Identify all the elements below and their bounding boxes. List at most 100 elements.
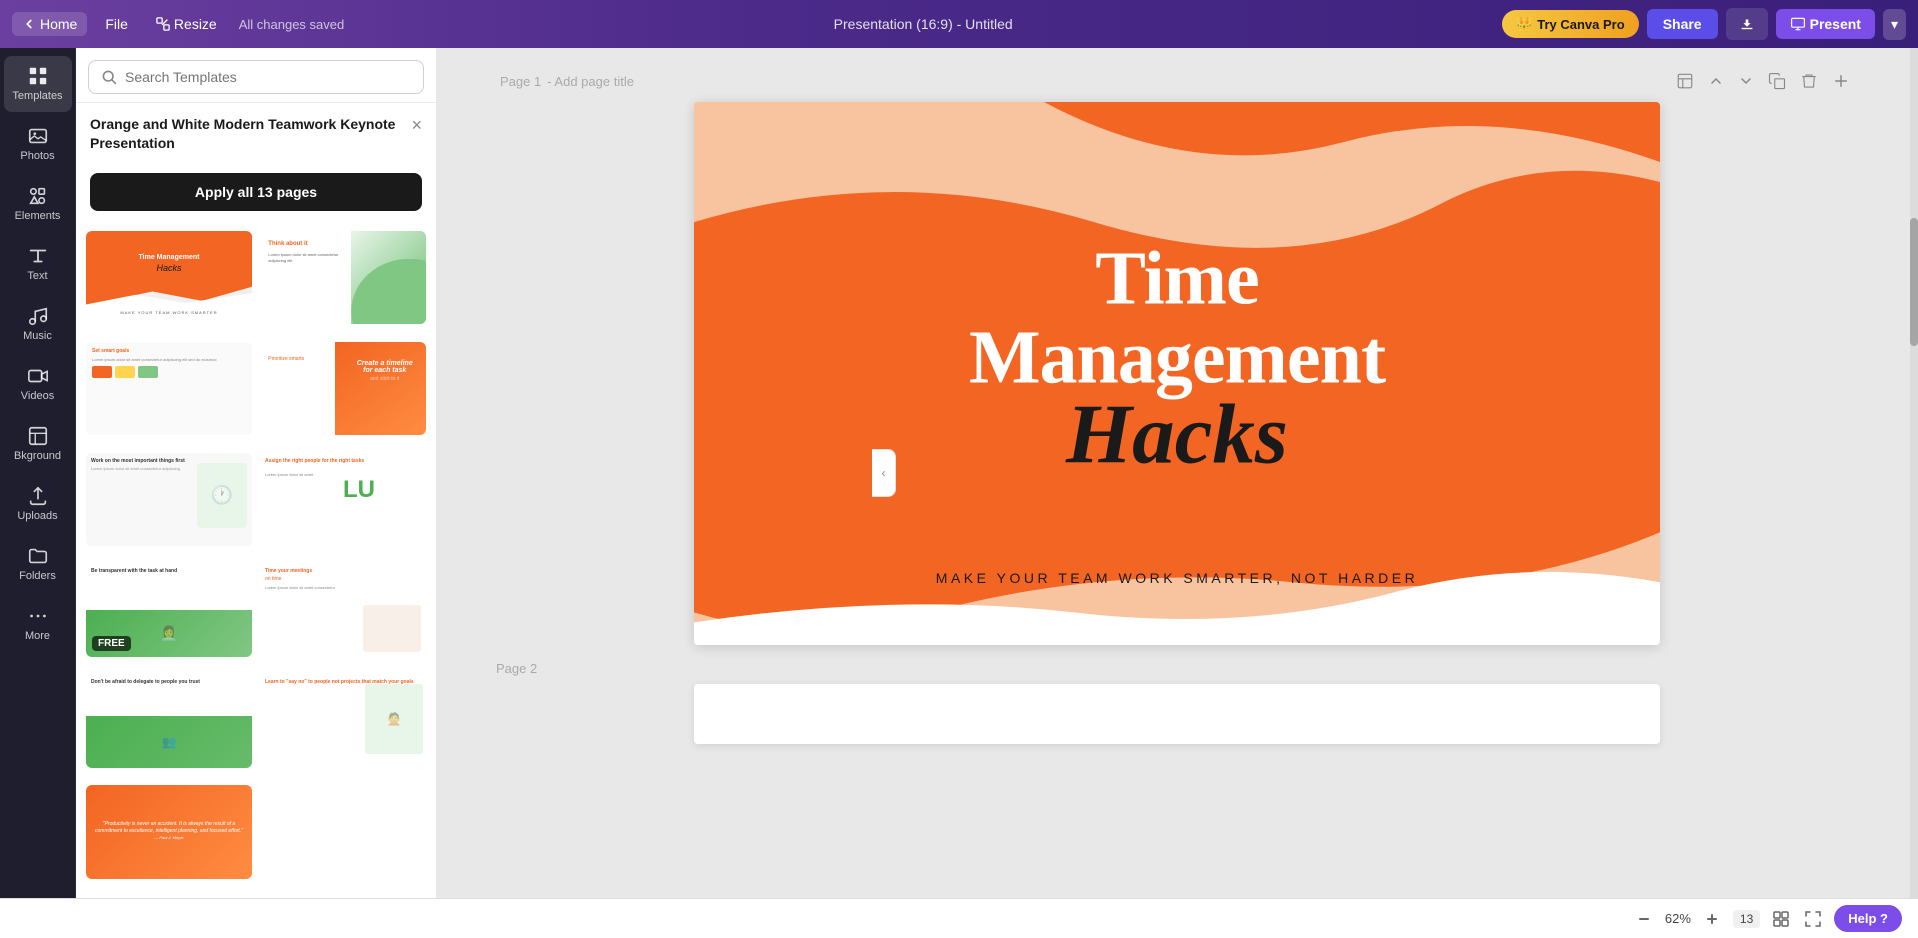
share-button[interactable]: Share	[1647, 9, 1718, 39]
scrollbar-thumb[interactable]	[1910, 218, 1918, 346]
background-icon	[27, 425, 49, 447]
sidebar-item-text[interactable]: Text	[4, 236, 72, 292]
slide-subtitle: MAKE YOUR TEAM WORK SMARTER, NOT HARDER	[936, 570, 1418, 586]
template-thumb-11[interactable]: "Productivity is never an accident. It i…	[86, 785, 252, 878]
search-input[interactable]	[125, 69, 411, 85]
grid-icon	[27, 65, 49, 87]
page-container: Page 1 - Add page title	[436, 48, 1918, 764]
present-button[interactable]: Present	[1776, 9, 1875, 39]
canvas-area: Page 1 - Add page title	[436, 48, 1918, 898]
page-add-button[interactable]	[1828, 68, 1854, 94]
bottom-bar: 62% 13 Help ?	[0, 898, 1918, 938]
topbar: Home File Resize All changes saved Prese…	[0, 0, 1918, 48]
template-thumb-10[interactable]: Learn to "say no" to people not projects…	[260, 674, 426, 767]
templates-grid: Time Management Hacks MAKE YOUR TEAM WOR…	[76, 221, 436, 898]
saved-status: All changes saved	[239, 17, 345, 32]
page-2-area: Page 2	[496, 661, 1858, 744]
fullscreen-button[interactable]	[1802, 908, 1824, 930]
zoom-level: 62%	[1665, 911, 1691, 926]
page-count: 13	[1733, 910, 1760, 928]
template-title: Orange and White Modern Teamwork Keynote…	[90, 115, 403, 153]
file-button[interactable]: File	[95, 12, 138, 36]
upload-icon	[27, 485, 49, 507]
sidebar-item-label: Bkground	[14, 450, 61, 463]
templates-panel: Orange and White Modern Teamwork Keynote…	[76, 48, 436, 898]
sidebar-item-more[interactable]: More	[4, 596, 72, 652]
home-label: Home	[40, 16, 77, 32]
sidebar-item-folders[interactable]: Folders	[4, 536, 72, 592]
page-2-number: Page 2	[496, 661, 537, 676]
slide-script-title: Hacks	[936, 399, 1419, 471]
canva-pro-button[interactable]: 👑 Try Canva Pro	[1502, 10, 1639, 38]
search-box	[88, 60, 424, 94]
sidebar-item-music[interactable]: Music	[4, 296, 72, 352]
video-icon	[27, 365, 49, 387]
page-add-title[interactable]: - Add page title	[547, 74, 634, 89]
template-thumb-3[interactable]: Set smart goals Lorem ipsum dolor sit am…	[86, 342, 252, 435]
sidebar-item-uploads[interactable]: Uploads	[4, 476, 72, 532]
template-thumb-4[interactable]: Prioritize smarts Create a timelinefor e…	[260, 342, 426, 435]
sidebar-item-background[interactable]: Bkground	[4, 416, 72, 472]
layout-icon	[1676, 72, 1694, 90]
slide-main-title: Time Management	[936, 239, 1419, 399]
page-1-label: Page 1 - Add page title	[500, 74, 634, 89]
close-template-button[interactable]: ×	[411, 115, 422, 136]
page-number: Page 1	[500, 74, 541, 89]
photo-icon	[27, 125, 49, 147]
left-sidebar: Templates Photos Elements	[0, 48, 76, 898]
sidebar-item-photos[interactable]: Photos	[4, 116, 72, 172]
page-1-header: Page 1 - Add page title	[496, 68, 1858, 94]
slide-2-partial[interactable]	[694, 684, 1660, 744]
download-button[interactable]	[1726, 8, 1768, 40]
template-thumb-7[interactable]: Be transparent with the task at hand 👩‍💼…	[86, 563, 252, 656]
page-down-button[interactable]	[1734, 69, 1758, 93]
zoom-in-button[interactable]	[1701, 908, 1723, 930]
sidebar-item-elements[interactable]: Elements	[4, 176, 72, 232]
present-label: Present	[1810, 16, 1861, 32]
template-info: Orange and White Modern Teamwork Keynote…	[76, 103, 436, 221]
apply-all-button[interactable]: Apply all 13 pages	[90, 173, 422, 211]
sidebar-item-label: Text	[27, 270, 47, 283]
sidebar-item-label: More	[25, 630, 50, 643]
template-thumb-8[interactable]: Time your meetings on time Lorem ipsum d…	[260, 563, 426, 656]
sidebar-item-label: Folders	[19, 570, 56, 583]
grid-view-button[interactable]	[1770, 908, 1792, 930]
monitor-icon	[1790, 16, 1806, 32]
sidebar-item-label: Elements	[15, 210, 61, 223]
resize-label: Resize	[174, 16, 217, 32]
page-copy-button[interactable]	[1764, 68, 1790, 94]
resize-button[interactable]: Resize	[146, 12, 227, 36]
search-area	[76, 48, 436, 103]
page-2-label: Page 2	[496, 661, 1858, 676]
sidebar-item-label: Uploads	[17, 510, 57, 523]
music-icon	[27, 305, 49, 327]
template-thumb-1[interactable]: Time Management Hacks MAKE YOUR TEAM WOR…	[86, 231, 252, 324]
canva-pro-label: Try Canva Pro	[1537, 17, 1624, 32]
page-delete-button[interactable]	[1796, 68, 1822, 94]
sidebar-item-label: Music	[23, 330, 52, 343]
page-up-button[interactable]	[1704, 69, 1728, 93]
sidebar-item-templates[interactable]: Templates	[4, 56, 72, 112]
home-button[interactable]: Home	[12, 12, 87, 36]
grid-view-icon	[1773, 911, 1789, 927]
topbar-right: 👑 Try Canva Pro Share Present ▾	[1502, 8, 1906, 40]
fullscreen-icon	[1805, 911, 1821, 927]
zoom-out-button[interactable]	[1633, 908, 1655, 930]
page-actions	[1672, 68, 1854, 94]
sidebar-item-label: Videos	[21, 390, 54, 403]
template-thumb-2[interactable]: Think about it Lorem ipsum dolor sit ame…	[260, 231, 426, 324]
resize-icon	[156, 17, 170, 31]
template-thumb-6[interactable]: Assign the right people for the right ta…	[260, 453, 426, 546]
sidebar-item-label: Templates	[12, 90, 62, 103]
present-dropdown-button[interactable]: ▾	[1883, 9, 1906, 40]
chevron-left-icon	[22, 17, 36, 31]
download-icon	[1738, 15, 1756, 33]
template-thumb-9[interactable]: Don't be afraid to delegate to people yo…	[86, 674, 252, 767]
help-button[interactable]: Help ?	[1834, 905, 1902, 932]
slide-1[interactable]: Time Management Hacks MAKE YOUR TEAM WOR…	[694, 102, 1660, 645]
elements-icon	[27, 185, 49, 207]
sidebar-item-videos[interactable]: Videos	[4, 356, 72, 412]
hide-panel-button[interactable]: ‹	[872, 449, 896, 497]
page-layout-button[interactable]	[1672, 68, 1698, 94]
template-thumb-5[interactable]: Work on the most important things first …	[86, 453, 252, 546]
